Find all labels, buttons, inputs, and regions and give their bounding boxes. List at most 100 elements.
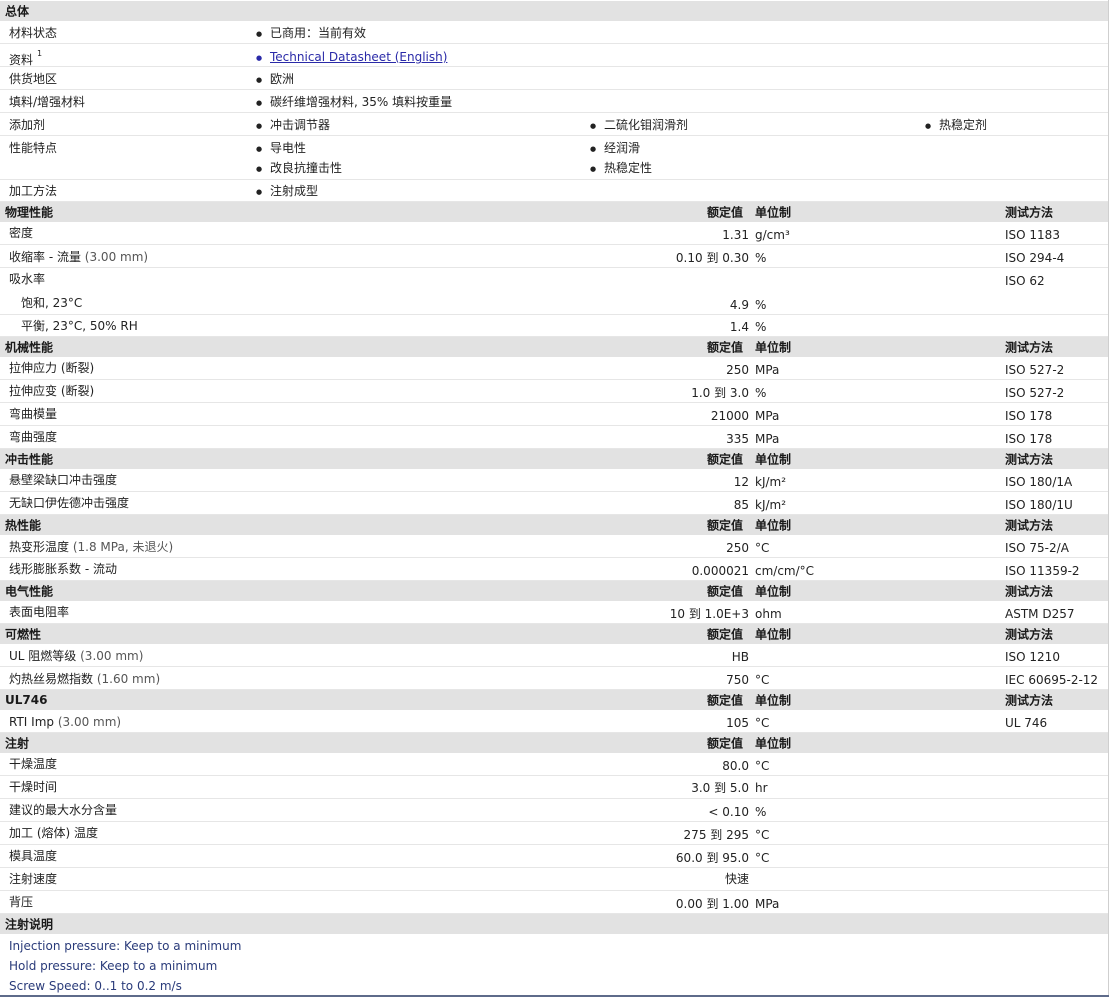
- col-nominal: 额定值: [707, 340, 744, 355]
- row-label: 干燥时间: [9, 780, 58, 794]
- section-title: 热性能: [5, 518, 42, 533]
- col-unit: 单位制: [755, 452, 792, 467]
- row-label: 线形膨胀系数 - 流动: [9, 562, 117, 576]
- row-label: 弯曲强度: [9, 430, 58, 444]
- row-value: 12: [733, 475, 749, 489]
- row-unit: MPa: [755, 897, 780, 911]
- section-header-ul746: UL746 额定值 单位制 测试方法: [0, 690, 1108, 710]
- note-line: Screw Speed: 0..1 to 0.2 m/s: [9, 979, 182, 993]
- row-label: 注射速度: [9, 872, 58, 886]
- row-value: 改良抗撞击性: [256, 161, 342, 176]
- row-value: 275 到 295: [683, 828, 749, 842]
- col-nominal: 额定值: [707, 205, 744, 220]
- row-value: 85: [733, 498, 749, 512]
- table-row: 密度 1.31 g/cm³ ISO 1183: [0, 222, 1108, 245]
- col-nominal: 额定值: [707, 736, 744, 751]
- col-method: 测试方法: [1005, 518, 1054, 533]
- row-value: < 0.10: [708, 805, 749, 819]
- table-row: 悬壁梁缺口冲击强度 12 kJ/m² ISO 180/1A: [0, 469, 1108, 492]
- table-row: 热变形温度 (1.8 MPa, 未退火) 250 °C ISO 75-2/A: [0, 535, 1108, 558]
- row-label: 干燥温度: [9, 757, 58, 771]
- row-value: HB: [731, 650, 749, 664]
- row-method: ISO 75-2/A: [1005, 541, 1069, 555]
- section-title: 物理性能: [5, 205, 54, 220]
- row-method: ISO 11359-2: [1005, 564, 1080, 578]
- row-material-status: 材料状态 已商用：当前有效: [0, 21, 1108, 44]
- row-value: 热稳定剂: [925, 118, 987, 133]
- section-header-injection: 注射 额定值 单位制: [0, 733, 1108, 753]
- row-method: ASTM D257: [1005, 607, 1075, 621]
- row-unit: %: [755, 805, 767, 819]
- row-method: ISO 178: [1005, 432, 1053, 446]
- section-title: 注射: [5, 736, 30, 751]
- technical-datasheet-link[interactable]: Technical Datasheet (English): [256, 50, 447, 65]
- row-unit: %: [755, 320, 767, 334]
- table-row: 弯曲模量 21000 MPa ISO 178: [0, 403, 1108, 426]
- row-unit: °C: [755, 759, 770, 773]
- row-value: 10 到 1.0E+3: [669, 607, 749, 621]
- table-row: 饱和, 23°C 4.9 %: [0, 292, 1108, 315]
- row-value: 二硫化钼润滑剂: [590, 118, 688, 133]
- row-method: ISO 178: [1005, 409, 1053, 423]
- table-row: 注射速度 快速: [0, 868, 1108, 891]
- row-label: 拉伸应变 (断裂): [9, 384, 95, 398]
- row-value: 80.0: [722, 759, 749, 773]
- table-row: 弯曲强度 335 MPa ISO 178: [0, 426, 1108, 449]
- table-row: 模具温度 60.0 到 95.0 °C: [0, 845, 1108, 868]
- row-unit: °C: [755, 541, 770, 555]
- row-value: 导电性: [256, 141, 306, 156]
- row-label: 加工 (熔体) 温度: [9, 826, 98, 840]
- section-title: 可燃性: [5, 627, 42, 642]
- row-label: 背压: [9, 895, 34, 909]
- section-title: 注射说明: [5, 917, 54, 932]
- row-value: 3.0 到 5.0: [691, 781, 749, 795]
- row-value: 已商用：当前有效: [256, 26, 366, 41]
- row-value: 0.00 到 1.00: [675, 897, 749, 911]
- table-row: 无缺口伊佐德冲击强度 85 kJ/m² ISO 180/1U: [0, 492, 1108, 515]
- table-row: 收缩率 - 流量 (3.00 mm) 0.10 到 0.30 % ISO 294…: [0, 245, 1108, 268]
- row-method: UL 746: [1005, 716, 1048, 730]
- row-value: 4.9: [729, 298, 749, 312]
- col-unit: 单位制: [755, 693, 792, 708]
- table-row: 线形膨胀系数 - 流动 0.000021 cm/cm/°C ISO 11359-…: [0, 558, 1108, 581]
- row-unit: kJ/m²: [755, 475, 787, 489]
- table-row: 加工 (熔体) 温度 275 到 295 °C: [0, 822, 1108, 845]
- row-method: IEC 60695-2-12: [1005, 673, 1099, 687]
- section-header-notes: 注射说明: [0, 914, 1108, 934]
- note-line: Hold pressure: Keep to a minimum: [9, 959, 218, 973]
- col-unit: 单位制: [755, 518, 792, 533]
- row-unit: MPa: [755, 409, 780, 423]
- table-row: 拉伸应力 (断裂) 250 MPa ISO 527-2: [0, 357, 1108, 380]
- row-value: 经润滑: [590, 141, 640, 156]
- row-label: 无缺口伊佐德冲击强度: [9, 496, 130, 510]
- row-value: 335: [726, 432, 749, 446]
- section-header-flammability: 可燃性 额定值 单位制 测试方法: [0, 624, 1108, 644]
- row-unit: %: [755, 386, 767, 400]
- row-label: 悬壁梁缺口冲击强度: [9, 473, 118, 487]
- col-method: 测试方法: [1005, 452, 1054, 467]
- row-unit: MPa: [755, 432, 780, 446]
- row-value: 1.31: [722, 228, 749, 242]
- row-label: 弯曲模量: [9, 407, 58, 421]
- row-unit: °C: [755, 851, 770, 865]
- row-value: 冲击调节器: [256, 118, 330, 133]
- col-method: 测试方法: [1005, 584, 1054, 599]
- row-value: 0.10 到 0.30: [675, 251, 749, 265]
- note-line: Injection pressure: Keep to a minimum: [9, 939, 242, 953]
- row-unit: hr: [755, 781, 768, 795]
- col-unit: 单位制: [755, 627, 792, 642]
- row-value: 60.0 到 95.0: [675, 851, 749, 865]
- col-nominal: 额定值: [707, 584, 744, 599]
- row-unit: %: [755, 298, 767, 312]
- row-unit: g/cm³: [755, 228, 790, 242]
- section-header-physical: 物理性能 额定值 单位制 测试方法: [0, 202, 1108, 222]
- row-datasheet: 资料1 Technical Datasheet (English): [0, 44, 1108, 67]
- row-label: RTI Imp (3.00 mm): [9, 715, 122, 729]
- row-value: 750: [726, 673, 749, 687]
- col-method: 测试方法: [1005, 693, 1054, 708]
- row-label: 饱和, 23°C: [21, 296, 83, 310]
- row-method: ISO 294-4: [1005, 251, 1065, 265]
- row-method: ISO 62: [1005, 274, 1045, 288]
- row-method: ISO 1183: [1005, 228, 1060, 242]
- row-label: 资料 1: [9, 49, 43, 67]
